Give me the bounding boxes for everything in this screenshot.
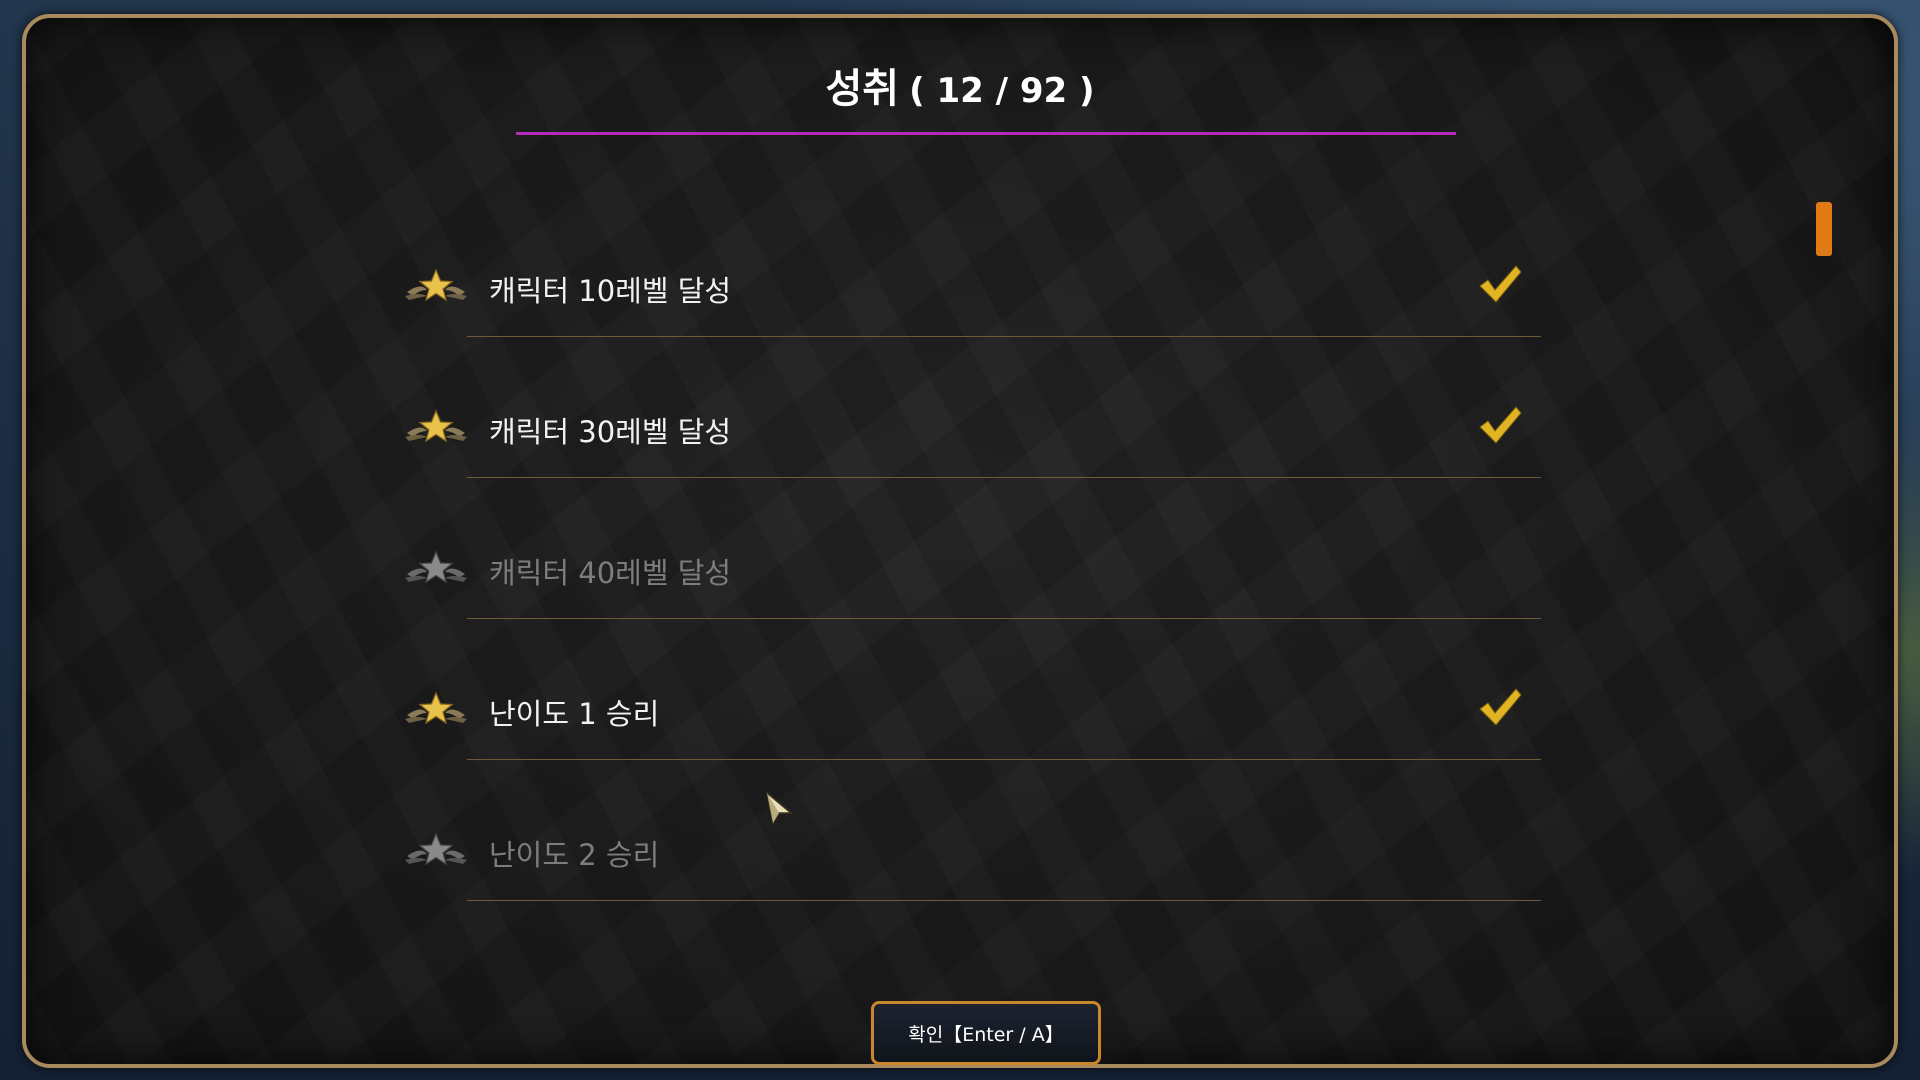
row-divider bbox=[467, 900, 1541, 901]
achievement-count: ( 12 / 92 ) bbox=[909, 71, 1095, 111]
winged-star-icon bbox=[405, 832, 467, 866]
achievement-item[interactable]: 캐릭터 10레벨 달성 bbox=[401, 218, 1541, 359]
title-underline bbox=[516, 132, 1456, 135]
scrollbar-thumb[interactable] bbox=[1816, 202, 1832, 256]
pointer-cursor-icon bbox=[765, 791, 794, 825]
achievement-item[interactable]: 캐릭터 30레벨 달성 bbox=[401, 359, 1541, 500]
achievement-item[interactable]: 난이도 2 승리 bbox=[401, 782, 1541, 923]
panel-title: 성취( 12 / 92 ) bbox=[26, 56, 1894, 114]
checkmark-icon bbox=[1479, 406, 1522, 444]
row-divider bbox=[467, 618, 1541, 619]
winged-star-icon bbox=[405, 409, 467, 443]
achievements-panel: 성취( 12 / 92 ) 캐릭터 10레벨 달성 캐릭터 30레벨 달성 캐릭… bbox=[22, 14, 1898, 1068]
achievement-item[interactable]: 난이도 1 승리 bbox=[401, 641, 1541, 782]
checkmark-icon bbox=[1479, 265, 1522, 303]
achievement-label: 난이도 2 승리 bbox=[489, 838, 660, 872]
achievement-label: 캐릭터 10레벨 달성 bbox=[489, 274, 732, 308]
title-text: 성취 bbox=[825, 66, 900, 112]
achievement-item[interactable]: 캐릭터 40레벨 달성 bbox=[401, 500, 1541, 641]
row-divider bbox=[467, 477, 1541, 478]
checkmark-icon bbox=[1479, 688, 1522, 726]
winged-star-icon bbox=[405, 268, 467, 302]
confirm-button[interactable]: 확인【Enter / A】 bbox=[871, 1001, 1101, 1065]
winged-star-icon bbox=[405, 550, 467, 584]
row-divider bbox=[467, 759, 1541, 760]
achievement-label: 난이도 1 승리 bbox=[489, 697, 660, 731]
row-divider bbox=[467, 336, 1541, 337]
achievement-list: 캐릭터 10레벨 달성 캐릭터 30레벨 달성 캐릭터 40레벨 달성 난이도 … bbox=[401, 218, 1541, 923]
achievement-label: 캐릭터 30레벨 달성 bbox=[489, 415, 732, 449]
winged-star-icon bbox=[405, 691, 467, 725]
achievement-label: 캐릭터 40레벨 달성 bbox=[489, 556, 732, 590]
